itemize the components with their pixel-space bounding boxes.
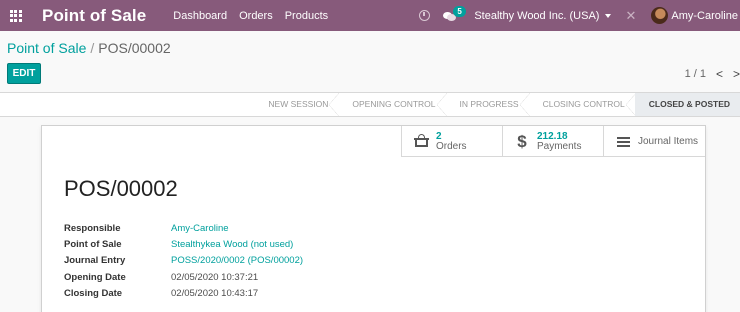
- edit-button[interactable]: EDIT: [7, 63, 41, 84]
- field-label: Responsible: [64, 222, 121, 234]
- menu-item-orders[interactable]: Orders: [239, 10, 273, 22]
- navbar-systray: 5 Stealthy Wood Inc. (USA) ✕ Amy-Carolin…: [419, 0, 740, 31]
- field-label: Closing Date: [64, 288, 123, 300]
- pager-previous-icon[interactable]: <: [716, 67, 723, 81]
- field-label: Point of Sale: [64, 239, 122, 251]
- field-responsible: Responsible Amy-Caroline: [64, 220, 303, 236]
- stage-in-progress: IN PROGRESS: [446, 93, 530, 116]
- message-count-badge: 5: [453, 5, 466, 17]
- debug-tools-icon[interactable]: ✕: [625, 8, 636, 24]
- field-label: Opening Date: [64, 271, 126, 283]
- main-menu: Dashboard Orders Products: [173, 10, 340, 22]
- field-opening-date: Opening Date 02/05/2020 10:37:21: [64, 269, 303, 285]
- responsible-link[interactable]: Amy-Caroline: [171, 223, 229, 234]
- user-menu[interactable]: Amy-Caroline: [671, 10, 738, 22]
- record-title: POS/00002: [64, 176, 178, 201]
- apps-menu-icon[interactable]: [0, 0, 31, 31]
- breadcrumb: Point of Sale / POS/00002: [7, 40, 171, 56]
- avatar[interactable]: [651, 7, 669, 24]
- menu-item-products[interactable]: Products: [285, 10, 328, 22]
- company-switcher[interactable]: Stealthy Wood Inc. (USA): [474, 10, 599, 22]
- orders-label: Orders: [436, 140, 467, 152]
- dollar-icon: $: [517, 131, 527, 151]
- stage-closing-control: CLOSING CONTROL: [529, 93, 636, 116]
- opening-date-value: 02/05/2020 10:37:21: [171, 271, 259, 283]
- stage-closed-posted: CLOSED & POSTED: [634, 93, 740, 116]
- basket-icon: [413, 134, 429, 147]
- status-stages: NEW SESSION OPENING CONTROL IN PROGRESS …: [254, 93, 740, 116]
- field-point-of-sale: Point of Sale Stealthykea Wood (not used…: [64, 236, 303, 252]
- journal-items-button[interactable]: Journal Items: [604, 126, 705, 157]
- closing-date-value: 02/05/2020 10:43:17: [171, 288, 259, 300]
- pager-value[interactable]: 1 / 1: [685, 68, 706, 80]
- payments-label: Payments: [537, 140, 582, 152]
- activity-clock-icon[interactable]: [419, 10, 431, 21]
- field-label: Journal Entry: [64, 255, 126, 267]
- statusbar: NEW SESSION OPENING CONTROL IN PROGRESS …: [0, 92, 740, 117]
- field-journal-entry: Journal Entry POSS/2020/0002 (POS/00002): [64, 253, 303, 269]
- chevron-down-icon[interactable]: [605, 13, 612, 18]
- breadcrumb-point-of-sale-link[interactable]: Point of Sale: [7, 40, 86, 56]
- pager-next-icon[interactable]: >: [733, 67, 740, 81]
- smart-button-box: 2 Orders $ 212.18 Payments Journal Items: [401, 126, 705, 157]
- point-of-sale-link[interactable]: Stealthykea Wood (not used): [171, 239, 293, 250]
- menu-item-dashboard[interactable]: Dashboard: [173, 10, 227, 22]
- orders-button[interactable]: 2 Orders: [402, 126, 503, 157]
- journal-entry-link[interactable]: POSS/2020/0002 (POS/00002): [171, 255, 303, 266]
- breadcrumb-separator: /: [90, 40, 95, 56]
- payments-button[interactable]: $ 212.18 Payments: [503, 126, 604, 157]
- stage-opening-control: OPENING CONTROL: [338, 93, 447, 116]
- session-fields: Responsible Amy-Caroline Point of Sale S…: [64, 220, 303, 302]
- field-closing-date: Closing Date 02/05/2020 10:43:17: [64, 286, 303, 302]
- breadcrumb-current: POS/00002: [98, 40, 171, 56]
- pager: 1 / 1 < >: [685, 67, 740, 81]
- app-title[interactable]: Point of Sale: [42, 6, 146, 26]
- form-sheet: 2 Orders $ 212.18 Payments Journal Items…: [41, 125, 706, 312]
- list-bars-icon: [615, 135, 631, 149]
- messages-icon[interactable]: 5: [443, 5, 466, 21]
- journal-items-label: Journal Items: [638, 136, 699, 147]
- top-navbar: Point of Sale Dashboard Orders Products …: [0, 0, 740, 31]
- stage-new-session: NEW SESSION: [254, 93, 340, 116]
